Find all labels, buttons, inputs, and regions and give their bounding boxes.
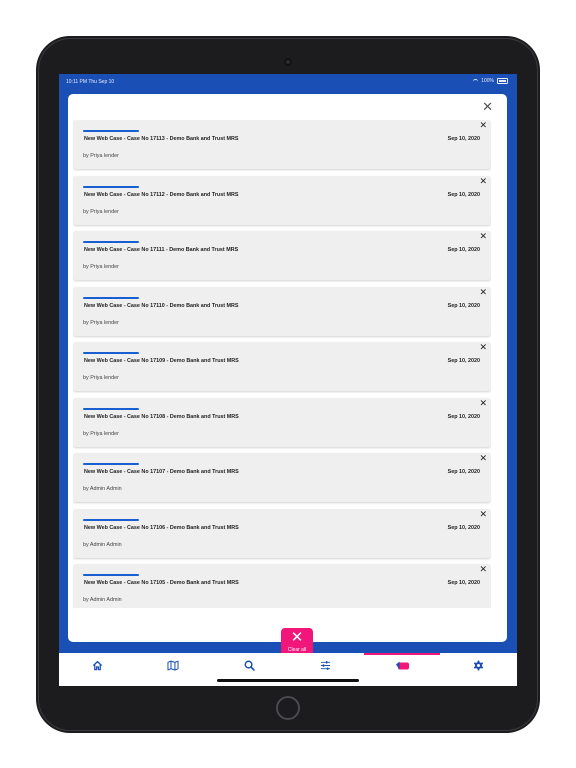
tab-settings[interactable]	[440, 653, 516, 686]
notification-card[interactable]: New Web Case - Case No 17110 - Demo Bank…	[73, 287, 491, 336]
wifi-icon	[473, 78, 479, 84]
card-accent-line	[83, 352, 139, 354]
notifications-modal: ✕ New Web Case - Case No 17113 - Demo Ba…	[68, 94, 507, 658]
card-accent-line	[83, 408, 139, 410]
notification-date: Sep 10, 2020	[447, 414, 480, 420]
notification-author: by Priya lender	[83, 209, 119, 215]
notification-author: by Priya lender	[83, 320, 119, 326]
card-accent-line	[83, 130, 139, 132]
battery-percent: 100%	[481, 78, 494, 84]
status-indicators: 100%	[473, 78, 508, 84]
notification-date: Sep 10, 2020	[447, 525, 480, 531]
notification-card[interactable]: New Web Case - Case No 17107 - Demo Bank…	[73, 453, 491, 502]
tab-map[interactable]	[135, 653, 211, 686]
card-accent-line	[83, 463, 139, 465]
close-icon[interactable]: ✕	[479, 399, 487, 408]
notification-title: New Web Case - Case No 17107 - Demo Bank…	[84, 469, 239, 475]
notification-author: by Priya lender	[83, 375, 119, 381]
card-accent-line	[83, 186, 139, 188]
map-icon	[167, 660, 179, 671]
home-icon	[92, 661, 102, 671]
notification-author: by Admin Admin	[83, 597, 122, 603]
notification-card[interactable]: New Web Case - Case No 17111 - Demo Bank…	[73, 231, 491, 280]
notification-title: New Web Case - Case No 17106 - Demo Bank…	[84, 525, 239, 531]
card-accent-line	[83, 574, 139, 576]
home-indicator	[217, 679, 359, 682]
notification-card[interactable]: New Web Case - Case No 17105 - Demo Bank…	[73, 564, 491, 608]
card-accent-line	[83, 519, 139, 521]
notification-title: New Web Case - Case No 17111 - Demo Bank…	[84, 247, 239, 253]
front-camera	[284, 58, 292, 66]
notification-card[interactable]: New Web Case - Case No 17109 - Demo Bank…	[73, 342, 491, 391]
close-icon[interactable]: ✕	[479, 288, 487, 297]
app-screen: 10:11 PM Thu Sep 10 100% ✕ New Web Case …	[59, 74, 517, 686]
card-accent-line	[83, 241, 139, 243]
notification-title: New Web Case - Case No 17109 - Demo Bank…	[84, 358, 239, 364]
close-icon[interactable]: ✕	[479, 121, 487, 130]
notification-date: Sep 10, 2020	[447, 358, 480, 364]
notification-card[interactable]: New Web Case - Case No 17112 - Demo Bank…	[73, 176, 491, 225]
close-icon: ✕	[290, 629, 304, 646]
search-icon	[244, 660, 255, 671]
notification-badge-icon	[396, 661, 409, 670]
home-hardware-button[interactable]	[276, 696, 300, 720]
gear-icon	[473, 660, 483, 671]
notification-date: Sep 10, 2020	[447, 580, 480, 586]
notification-author: by Priya lender	[83, 431, 119, 437]
close-icon[interactable]: ✕	[479, 510, 487, 519]
status-bar: 10:11 PM Thu Sep 10 100%	[59, 74, 517, 88]
battery-icon	[497, 78, 508, 84]
notification-date: Sep 10, 2020	[447, 247, 480, 253]
close-icon[interactable]: ✕	[479, 177, 487, 186]
status-time: 10:11 PM Thu Sep 10	[66, 79, 115, 85]
notification-date: Sep 10, 2020	[447, 303, 480, 309]
tab-notifications[interactable]	[364, 653, 440, 686]
notification-card[interactable]: New Web Case - Case No 17113 - Demo Bank…	[73, 120, 491, 169]
close-icon[interactable]: ✕	[479, 232, 487, 241]
notification-card[interactable]: New Web Case - Case No 17108 - Demo Bank…	[73, 398, 491, 447]
notification-date: Sep 10, 2020	[447, 469, 480, 475]
notification-title: New Web Case - Case No 17108 - Demo Bank…	[84, 414, 239, 420]
notification-author: by Admin Admin	[83, 486, 122, 492]
card-accent-line	[83, 297, 139, 299]
notification-title: New Web Case - Case No 17110 - Demo Bank…	[84, 303, 239, 309]
notification-card[interactable]: New Web Case - Case No 17106 - Demo Bank…	[73, 509, 491, 558]
notification-title: New Web Case - Case No 17113 - Demo Bank…	[84, 136, 239, 142]
notification-list[interactable]: New Web Case - Case No 17113 - Demo Bank…	[73, 120, 491, 608]
notification-date: Sep 10, 2020	[447, 192, 480, 198]
notification-author: by Admin Admin	[83, 542, 122, 548]
notification-author: by Priya lender	[83, 264, 119, 270]
close-icon[interactable]: ✕	[479, 343, 487, 352]
notification-author: by Priya lender	[83, 153, 119, 159]
notification-title: New Web Case - Case No 17105 - Demo Bank…	[84, 580, 239, 586]
close-icon[interactable]: ✕	[482, 100, 493, 113]
notification-date: Sep 10, 2020	[447, 136, 480, 142]
notification-title: New Web Case - Case No 17112 - Demo Bank…	[84, 192, 239, 198]
sliders-icon	[320, 661, 330, 670]
tab-home[interactable]	[59, 653, 135, 686]
close-icon[interactable]: ✕	[479, 565, 487, 574]
close-icon[interactable]: ✕	[479, 454, 487, 463]
